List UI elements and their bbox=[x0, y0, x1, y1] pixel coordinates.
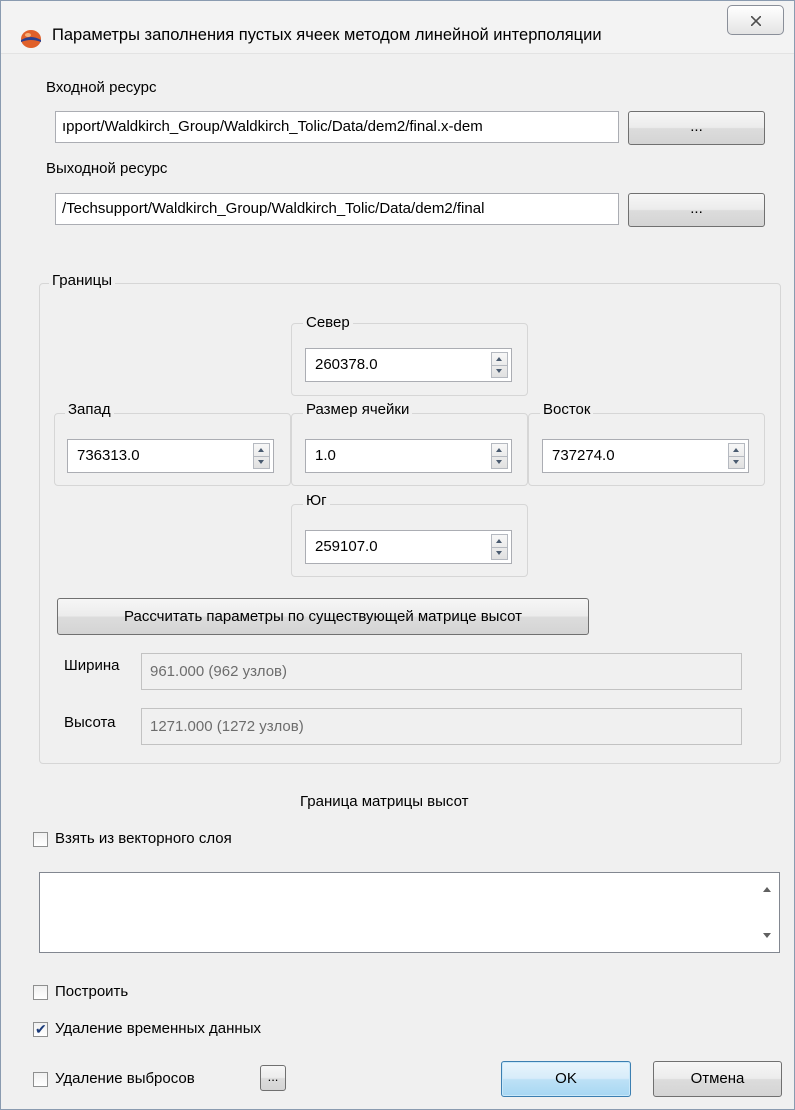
width-label: Ширина bbox=[64, 657, 120, 674]
arrow-up-icon bbox=[733, 448, 739, 452]
input-resource-value: ıpport/Waldkirch_Group/Waldkirch_Tolic/D… bbox=[62, 118, 483, 135]
arrow-up-icon bbox=[496, 357, 502, 361]
south-value: 259107.0 bbox=[315, 538, 378, 555]
arrow-down-icon bbox=[496, 551, 502, 555]
height-label: Высота bbox=[64, 714, 116, 731]
east-spin-arrows[interactable] bbox=[728, 443, 745, 469]
arrow-down-icon bbox=[258, 460, 264, 464]
cell-size-label: Размер ячейки bbox=[303, 401, 413, 418]
north-spin-down[interactable] bbox=[492, 365, 507, 377]
delete-outliers-checkbox[interactable] bbox=[33, 1072, 48, 1087]
build-checkbox[interactable] bbox=[33, 985, 48, 1000]
north-value: 260378.0 bbox=[315, 356, 378, 373]
south-spin-down[interactable] bbox=[492, 547, 507, 559]
width-field: 961.000 (962 узлов) bbox=[141, 653, 742, 690]
south-spin-arrows[interactable] bbox=[491, 534, 508, 560]
height-field: 1271.000 (1272 узлов) bbox=[141, 708, 742, 745]
width-value: 961.000 (962 узлов) bbox=[150, 663, 288, 680]
close-icon bbox=[751, 16, 761, 26]
cell-size-value: 1.0 bbox=[315, 447, 336, 464]
scroll-up-icon[interactable] bbox=[763, 887, 771, 892]
vector-layer-list[interactable] bbox=[39, 872, 780, 953]
arrow-up-icon bbox=[496, 448, 502, 452]
calculate-params-button[interactable]: Рассчитать параметры по существующей мат… bbox=[57, 598, 589, 635]
output-resource-value: /Techsupport/Waldkirch_Group/Waldkirch_T… bbox=[62, 200, 485, 217]
dem-border-title: Граница матрицы высот bbox=[300, 793, 469, 810]
input-resource-field[interactable]: ıpport/Waldkirch_Group/Waldkirch_Tolic/D… bbox=[55, 111, 619, 143]
east-spinbox[interactable]: 737274.0 bbox=[542, 439, 749, 473]
delete-temp-label[interactable]: Удаление временных данных bbox=[55, 1020, 261, 1037]
ok-button[interactable]: OK bbox=[501, 1061, 631, 1097]
output-browse-button[interactable]: ... bbox=[628, 193, 765, 227]
south-label: Юг bbox=[303, 492, 330, 509]
title-bar[interactable]: Параметры заполнения пустых ячеек методо… bbox=[1, 1, 794, 54]
app-logo-icon bbox=[21, 30, 41, 48]
north-spinbox[interactable]: 260378.0 bbox=[305, 348, 512, 382]
from-vector-label[interactable]: Взять из векторного слоя bbox=[55, 830, 232, 847]
delete-outliers-label[interactable]: Удаление выбросов bbox=[55, 1070, 195, 1087]
cell-size-spin-down[interactable] bbox=[492, 456, 507, 468]
east-spin-down[interactable] bbox=[729, 456, 744, 468]
west-spinbox[interactable]: 736313.0 bbox=[67, 439, 274, 473]
arrow-down-icon bbox=[733, 460, 739, 464]
from-vector-checkbox[interactable] bbox=[33, 832, 48, 847]
cell-size-spin-arrows[interactable] bbox=[491, 443, 508, 469]
west-label: Запад bbox=[65, 401, 114, 418]
west-spin-arrows[interactable] bbox=[253, 443, 270, 469]
outliers-settings-button[interactable]: ... bbox=[260, 1065, 286, 1091]
west-value: 736313.0 bbox=[77, 447, 140, 464]
input-resource-label: Входной ресурс bbox=[46, 79, 157, 96]
scroll-down-icon[interactable] bbox=[763, 933, 771, 938]
arrow-down-icon bbox=[496, 369, 502, 373]
output-resource-label: Выходной ресурс bbox=[46, 160, 168, 177]
delete-temp-checkbox[interactable]: ✔ bbox=[33, 1021, 48, 1037]
arrow-up-icon bbox=[258, 448, 264, 452]
cell-size-spinbox[interactable]: 1.0 bbox=[305, 439, 512, 473]
build-label[interactable]: Построить bbox=[55, 983, 128, 1000]
dialog-window: Параметры заполнения пустых ячеек методо… bbox=[0, 0, 795, 1110]
north-label: Север bbox=[303, 314, 353, 331]
output-resource-field[interactable]: /Techsupport/Waldkirch_Group/Waldkirch_T… bbox=[55, 193, 619, 225]
north-spin-arrows[interactable] bbox=[491, 352, 508, 378]
east-label: Восток bbox=[540, 401, 594, 418]
south-spinbox[interactable]: 259107.0 bbox=[305, 530, 512, 564]
vertical-scrollbar[interactable] bbox=[755, 873, 779, 952]
input-browse-button[interactable]: ... bbox=[628, 111, 765, 145]
bounds-group-title: Границы bbox=[49, 272, 115, 289]
arrow-down-icon bbox=[496, 460, 502, 464]
west-spin-down[interactable] bbox=[254, 456, 269, 468]
close-button[interactable] bbox=[727, 5, 784, 35]
arrow-up-icon bbox=[496, 539, 502, 543]
checkmark-icon: ✔ bbox=[35, 1021, 47, 1037]
window-title: Параметры заполнения пустых ячеек методо… bbox=[52, 26, 602, 44]
cancel-button[interactable]: Отмена bbox=[653, 1061, 782, 1097]
height-value: 1271.000 (1272 узлов) bbox=[150, 718, 304, 735]
east-value: 737274.0 bbox=[552, 447, 615, 464]
